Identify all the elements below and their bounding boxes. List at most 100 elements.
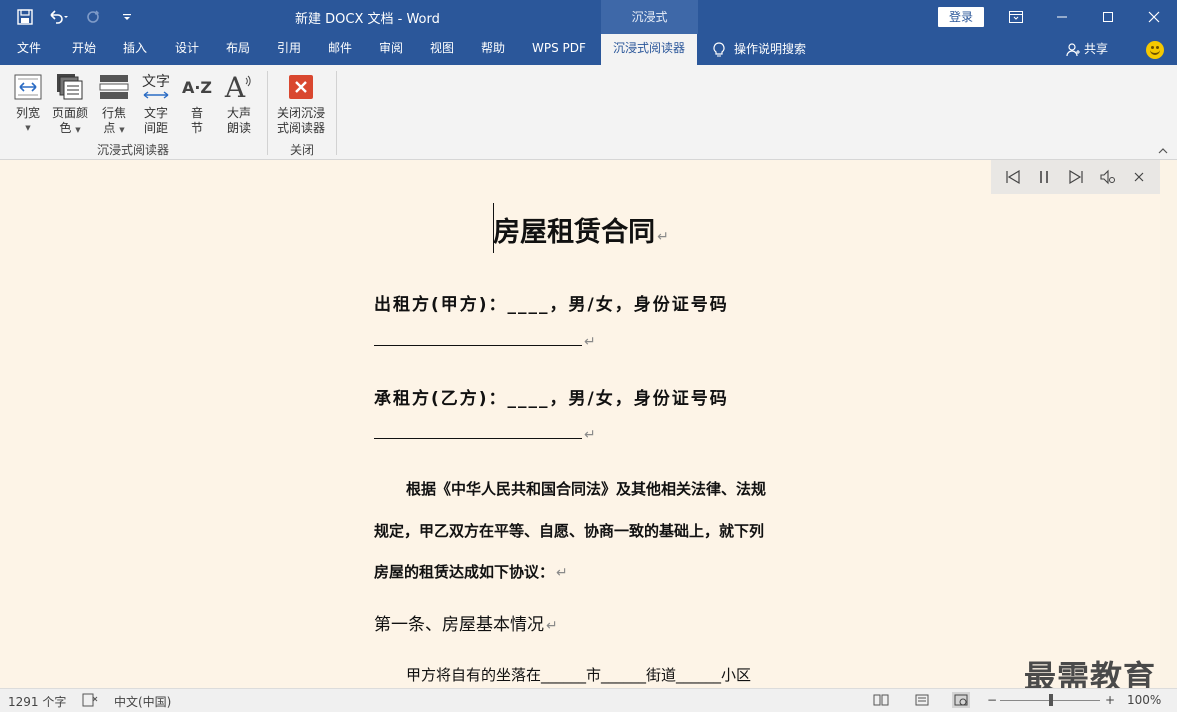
voice-settings-icon[interactable]	[1097, 166, 1119, 188]
body-line-3-text: 房屋的租赁达成如下协议：	[374, 563, 555, 581]
close-window-icon[interactable]	[1131, 0, 1177, 34]
page-color-label-2-wrap: 色 ▼	[59, 121, 80, 138]
word-count[interactable]: 1291 个字	[8, 693, 66, 710]
zoom-slider-thumb[interactable]	[1049, 694, 1053, 706]
underline-blank	[374, 423, 582, 439]
read-aloud-label-1: 大声	[226, 106, 251, 120]
tab-home[interactable]: 开始	[72, 34, 96, 65]
read-aloud-button[interactable]: A 大声 朗读	[223, 71, 255, 136]
close-immersive-reader-button[interactable]: 关闭沉浸 式阅读器	[277, 71, 325, 136]
previous-paragraph-icon[interactable]	[1002, 166, 1024, 188]
syllables-button[interactable]: A·Z 音 节	[181, 71, 213, 136]
article-1-heading: 第一条、房屋基本情况 ↵	[374, 610, 788, 635]
language-indicator[interactable]: 中文(中国)	[114, 693, 171, 710]
body-line-3: 房屋的租赁达成如下协议： ↵	[374, 561, 788, 582]
read-mode-icon[interactable]	[872, 692, 890, 708]
close-reader-label-2: 式阅读器	[277, 121, 326, 135]
save-icon[interactable]	[14, 6, 36, 28]
party-b-line: 承租方(乙方)：____，男/女，身份证号码	[374, 389, 729, 409]
tab-design[interactable]: 设计	[175, 34, 199, 65]
tell-me-search[interactable]: 操作说明搜索	[712, 34, 806, 65]
line-focus-icon	[98, 71, 130, 103]
quick-access-toolbar	[14, 6, 138, 28]
group-separator	[267, 71, 268, 155]
zoom-in-button[interactable]: +	[1105, 693, 1115, 707]
text-spacing-button[interactable]: 文字 文字 间距	[140, 71, 172, 136]
text-spacing-icon-text: 文字	[142, 73, 170, 90]
next-paragraph-icon[interactable]	[1065, 166, 1087, 188]
syllables-icon: A·Z	[181, 71, 213, 103]
tab-references[interactable]: 引用	[277, 34, 301, 65]
party-a-line: 出租方(甲方)：____，男/女，身份证号码	[374, 295, 729, 315]
page-color-label-1: 页面颜	[52, 106, 89, 120]
print-layout-icon[interactable]	[913, 692, 931, 708]
context-tab-immersive: 沉浸式	[601, 0, 698, 34]
page-color-label-2: 色	[59, 121, 72, 135]
body-line-2: 规定，甲乙双方在平等、自愿、协商一致的基础上，就下列	[374, 522, 765, 540]
document-canvas[interactable]: 房屋租赁合同 ↵ 出租方(甲方)：____，男/女，身份证号码 ↵ 承租方(乙方)…	[0, 160, 1177, 688]
read-aloud-icon: A	[223, 71, 255, 103]
syllables-icon-text: A·Z	[181, 77, 213, 97]
body-line-1: 根据《中华人民共和国合同法》及其他相关法律、法规	[406, 480, 767, 498]
lightbulb-icon	[713, 41, 725, 56]
tab-immersive-reader[interactable]: 沉浸式阅读器	[601, 34, 698, 65]
close-reader-icon	[285, 71, 317, 103]
dropdown-caret-icon: ▼	[119, 126, 125, 134]
column-width-button[interactable]: 列宽 ▼	[12, 71, 44, 136]
blank-line: ↵	[374, 423, 788, 443]
article-1-heading-text: 第一条、房屋基本情况	[374, 615, 544, 635]
pause-icon[interactable]	[1033, 166, 1055, 188]
web-layout-icon[interactable]	[952, 692, 970, 708]
syllables-label-2: 节	[190, 121, 203, 135]
tab-insert[interactable]: 插入	[123, 34, 147, 65]
tab-layout[interactable]: 布局	[226, 34, 250, 65]
paragraph-mark: ↵	[546, 618, 558, 634]
ribbon-panel: 列宽 ▼ 页面颜 色 ▼ 行焦 点 ▼ 文字 文字 间距 A·Z 音 节 A 大…	[0, 65, 1177, 160]
ribbon-tab-bar: 文件 开始 插入 设计 布局 引用 邮件 审阅 视图 帮助 WPS PDF 沉浸…	[0, 34, 1177, 65]
dropdown-caret-icon: ▼	[75, 126, 81, 134]
page-color-button[interactable]: 页面颜 色 ▼	[52, 71, 88, 138]
share-button[interactable]: 共享	[1066, 34, 1108, 65]
undo-icon[interactable]	[48, 6, 70, 28]
tab-file[interactable]: 文件	[17, 34, 41, 65]
zoom-level[interactable]: 100%	[1127, 693, 1161, 707]
redo-icon[interactable]	[82, 6, 104, 28]
syllables-label-1: 音	[190, 106, 203, 120]
close-toolbar-icon[interactable]	[1128, 166, 1150, 188]
document-heading: 房屋租赁合同 ↵	[374, 210, 788, 249]
person-icon	[1066, 42, 1080, 56]
line-focus-label-2: 点	[103, 121, 116, 135]
collapse-ribbon-icon[interactable]	[1158, 146, 1168, 157]
line-focus-label-1: 行焦	[101, 106, 126, 120]
ribbon-display-options-icon[interactable]	[993, 0, 1039, 34]
tab-mailings[interactable]: 邮件	[328, 34, 352, 65]
read-aloud-toolbar	[991, 160, 1161, 194]
dropdown-caret-icon: ▼	[25, 124, 31, 132]
line-focus-button[interactable]: 行焦 点 ▼	[98, 71, 130, 138]
tab-view[interactable]: 视图	[430, 34, 454, 65]
title-bar: 新建 DOCX 文档 - Word 沉浸式 登录	[0, 0, 1177, 34]
text-spacing-label-2: 间距	[143, 121, 168, 135]
smiley-feedback-icon[interactable]	[1146, 41, 1164, 59]
group-label-immersive: 沉浸式阅读器	[97, 143, 170, 157]
read-aloud-icon-text: A	[224, 70, 246, 104]
maximize-icon[interactable]	[1085, 0, 1131, 34]
paragraph-mark: ↵	[584, 427, 596, 443]
group-label-close: 关闭	[290, 143, 315, 157]
zoom-out-button[interactable]: −	[987, 693, 997, 707]
vertical-scrollbar[interactable]	[1160, 160, 1177, 688]
text-spacing-icon: 文字	[140, 71, 172, 103]
tab-wps-pdf[interactable]: WPS PDF	[532, 34, 586, 65]
proofing-icon[interactable]	[82, 693, 98, 710]
tab-help[interactable]: 帮助	[481, 34, 505, 65]
tab-review[interactable]: 审阅	[379, 34, 403, 65]
minimize-icon[interactable]	[1039, 0, 1085, 34]
group-separator	[336, 71, 337, 155]
article-1-body: 甲方将自有的坐落在______市______街道______小区	[406, 666, 752, 684]
read-aloud-label-2: 朗读	[226, 121, 251, 135]
tell-me-label: 操作说明搜索	[734, 42, 807, 56]
line-focus-label-2-wrap: 点 ▼	[103, 121, 124, 138]
customize-qat-icon[interactable]	[116, 6, 138, 28]
column-width-label: 列宽	[15, 106, 40, 120]
login-button[interactable]: 登录	[938, 7, 984, 27]
